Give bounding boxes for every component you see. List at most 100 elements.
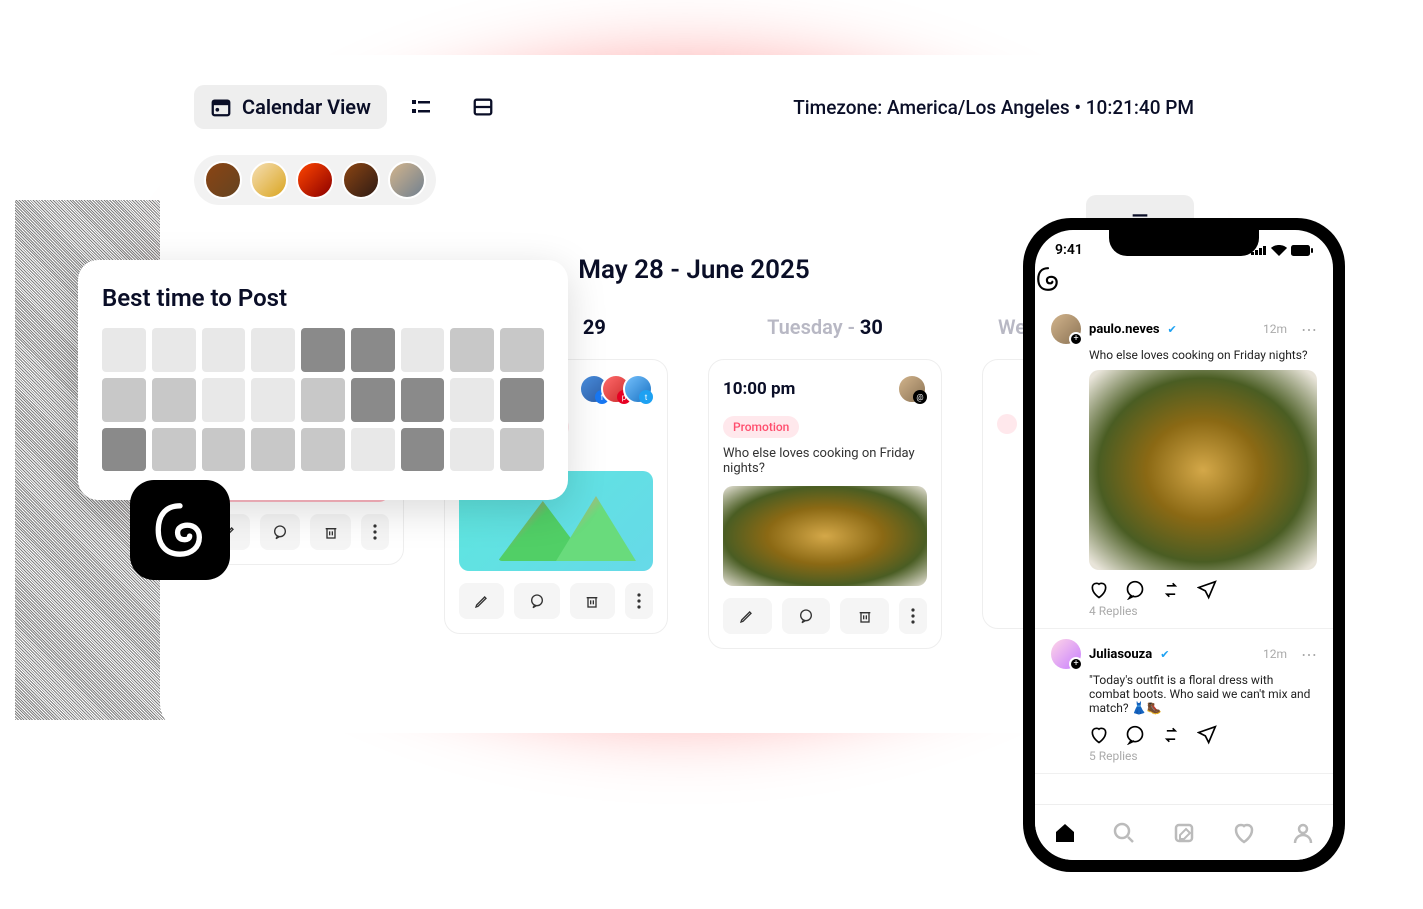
follow-plus-icon[interactable]: +: [1069, 657, 1083, 671]
threads-header-logo: [1035, 266, 1333, 292]
heatmap-cell[interactable]: [301, 428, 345, 472]
comment-icon: [529, 593, 545, 609]
post-more-button[interactable]: ⋯: [1301, 645, 1317, 664]
thread-post[interactable]: + Juliasouza ✔ 12m ⋯ "Today's outfit is …: [1035, 629, 1333, 774]
heatmap-cell[interactable]: [202, 428, 246, 472]
avatar[interactable]: [342, 161, 380, 199]
heatmap-cell[interactable]: [102, 328, 146, 372]
edit-button[interactable]: [723, 598, 772, 634]
heatmap-cell[interactable]: [500, 328, 544, 372]
heatmap-cell[interactable]: [351, 328, 395, 372]
post-image: [723, 486, 927, 586]
phone-tabbar: [1035, 804, 1333, 860]
avatar[interactable]: [388, 161, 426, 199]
comment-button[interactable]: [260, 514, 301, 550]
tab-search[interactable]: [1112, 821, 1136, 845]
comment-button[interactable]: [514, 583, 559, 619]
heatmap-cell[interactable]: [102, 378, 146, 422]
heatmap-cell[interactable]: [202, 378, 246, 422]
team-avatars[interactable]: [194, 155, 436, 205]
heatmap-cell[interactable]: [500, 378, 544, 422]
timezone-display: Timezone: America/Los Angeles • 10:21:40…: [793, 96, 1194, 119]
heatmap-cell[interactable]: [401, 328, 445, 372]
heatmap-cell[interactable]: [152, 428, 196, 472]
post-text: Who else loves cooking on Friday nights?: [1089, 348, 1317, 362]
twitter-icon: t: [639, 390, 653, 404]
tab-profile[interactable]: [1291, 821, 1315, 845]
heatmap-cell[interactable]: [450, 428, 494, 472]
repost-icon[interactable]: [1161, 580, 1181, 600]
split-icon: [472, 96, 494, 118]
post-replies[interactable]: 5 Replies: [1089, 749, 1317, 763]
post-more-button[interactable]: ⋯: [1301, 320, 1317, 339]
post-channels: f p t: [587, 374, 653, 404]
heatmap-cell[interactable]: [301, 328, 345, 372]
heatmap-cell[interactable]: [450, 378, 494, 422]
threads-logo-icon: [1035, 266, 1061, 292]
post-time: 12m: [1263, 647, 1287, 661]
tab-compose[interactable]: [1172, 821, 1196, 845]
split-view-button[interactable]: [469, 93, 497, 121]
comment-icon[interactable]: [1125, 580, 1145, 600]
post-username[interactable]: Juliasouza: [1089, 647, 1152, 662]
post-time: 10:00 pm: [723, 379, 795, 399]
heatmap-cell[interactable]: [202, 328, 246, 372]
list-view-button[interactable]: [407, 93, 435, 121]
comment-button[interactable]: [782, 598, 831, 634]
heatmap-cell[interactable]: [152, 378, 196, 422]
heatmap-cell[interactable]: [102, 428, 146, 472]
heatmap-cell[interactable]: [351, 378, 395, 422]
more-icon: [637, 593, 641, 609]
toolbar: Calendar View Timezone: America/Los Ange…: [194, 85, 1194, 129]
heatmap-cell[interactable]: [251, 378, 295, 422]
post-image[interactable]: [1089, 370, 1317, 570]
heatmap-cell[interactable]: [251, 428, 295, 472]
pencil-icon: [474, 593, 490, 609]
column-date: 30: [860, 315, 883, 339]
heatmap-cell[interactable]: [500, 428, 544, 472]
best-time-panel: Best time to Post: [78, 260, 568, 500]
delete-button[interactable]: [840, 598, 889, 634]
heart-icon[interactable]: [1089, 725, 1109, 745]
more-button[interactable]: [899, 598, 927, 634]
tab-activity[interactable]: [1232, 821, 1256, 845]
share-icon[interactable]: [1197, 725, 1217, 745]
list-icon: [409, 95, 433, 119]
heart-icon[interactable]: [1089, 580, 1109, 600]
more-icon: [911, 608, 915, 624]
heatmap-cell[interactable]: [401, 428, 445, 472]
post-card[interactable]: 10:00 pm @ Promotion Who else loves cook…: [708, 359, 942, 649]
delete-button[interactable]: [570, 583, 615, 619]
heatmap-cell[interactable]: [251, 328, 295, 372]
post-avatar[interactable]: +: [1051, 639, 1081, 669]
avatar[interactable]: [296, 161, 334, 199]
avatar[interactable]: [250, 161, 288, 199]
comment-icon[interactable]: [1125, 725, 1145, 745]
heatmap-cell[interactable]: [301, 378, 345, 422]
post-replies[interactable]: 4 Replies: [1089, 604, 1317, 618]
edit-button[interactable]: [459, 583, 504, 619]
thread-post[interactable]: + paulo.neves ✔ 12m ⋯ Who else loves coo…: [1035, 304, 1333, 629]
heatmap-cell[interactable]: [450, 328, 494, 372]
pencil-icon: [739, 608, 755, 624]
repost-icon[interactable]: [1161, 725, 1181, 745]
delete-button[interactable]: [310, 514, 351, 550]
share-icon[interactable]: [1197, 580, 1217, 600]
heatmap-cell[interactable]: [401, 378, 445, 422]
battery-icon: [1291, 245, 1313, 256]
avatar[interactable]: [204, 161, 242, 199]
more-button[interactable]: [625, 583, 653, 619]
more-button[interactable]: [361, 514, 389, 550]
heatmap-cell[interactable]: [351, 428, 395, 472]
follow-plus-icon[interactable]: +: [1069, 332, 1083, 346]
heatmap-cell[interactable]: [152, 328, 196, 372]
phone-notch: [1109, 230, 1259, 256]
more-icon: [373, 524, 377, 540]
post-avatar[interactable]: +: [1051, 314, 1081, 344]
post-username[interactable]: paulo.neves: [1089, 322, 1160, 337]
verified-icon: ✔: [1160, 648, 1169, 661]
calendar-view-button[interactable]: Calendar View: [194, 85, 387, 129]
column-header: Tuesday - 30: [708, 315, 942, 339]
tab-home[interactable]: [1053, 821, 1077, 845]
threads-icon: @: [913, 390, 927, 404]
